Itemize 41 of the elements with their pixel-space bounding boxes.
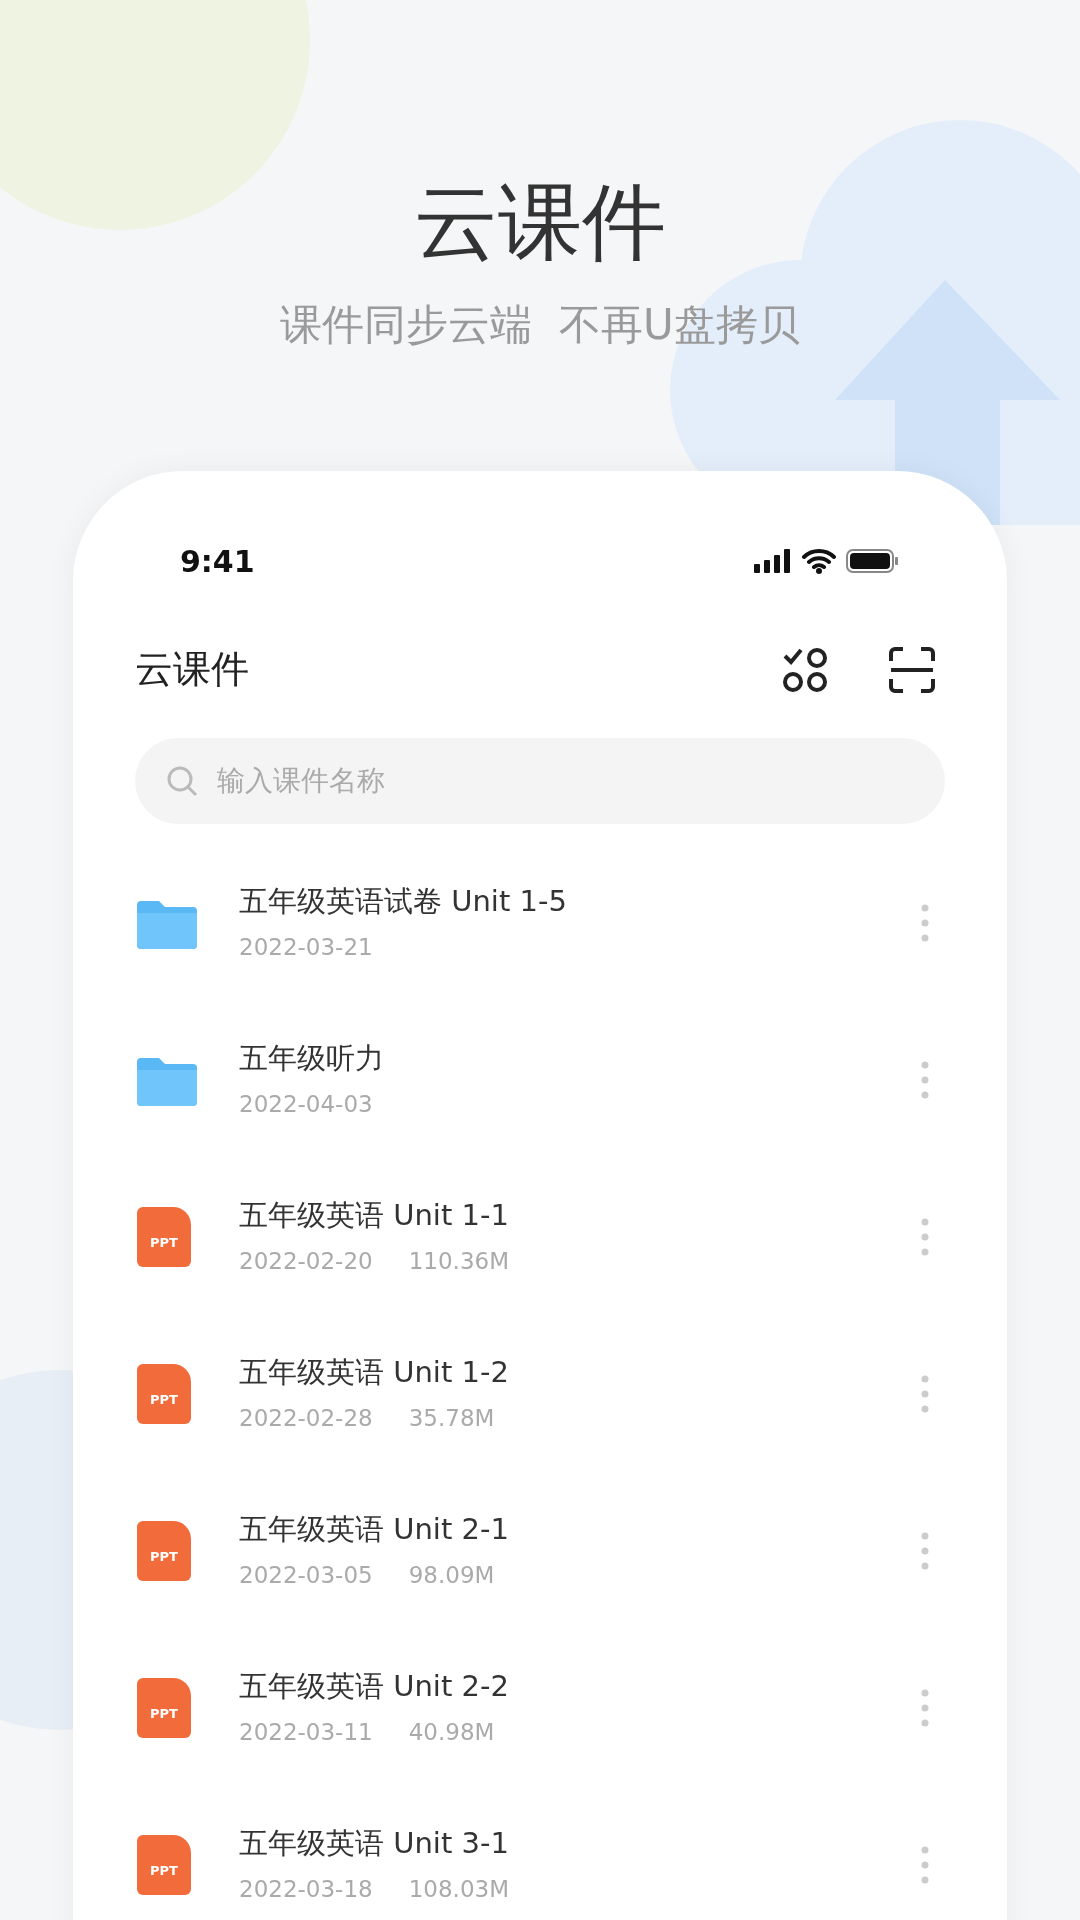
ppt-file-icon: PPT [137,1206,191,1267]
scan-icon[interactable] [889,646,935,693]
more-icon[interactable] [921,1374,929,1413]
more-icon[interactable] [921,1688,929,1727]
file-name[interactable]: 五年级听力 [239,1040,921,1077]
battery-icon [846,549,900,573]
file-date: 2022-02-28 [239,1404,373,1433]
file-name[interactable]: 五年级英语 Unit 2-2 [239,1668,921,1705]
file-size: 98.09M [408,1561,495,1590]
file-name[interactable]: 五年级英语 Unit 1-2 [239,1354,921,1391]
file-date: 2022-04-03 [239,1090,373,1119]
status-time: 9:41 [180,542,255,581]
file-name[interactable]: 五年级英语 Unit 3-1 [239,1825,921,1862]
page-title: 云课件 [135,646,249,693]
file-date: 2022-03-11 [239,1718,373,1747]
file-date: 2022-02-20 [239,1247,373,1276]
more-icon[interactable] [921,1845,929,1884]
file-date: 2022-03-18 [239,1875,373,1904]
hero-subtitle: 课件同步云端 不再U盘拷贝 [280,304,800,346]
more-icon[interactable] [921,903,929,942]
search-icon [165,764,199,798]
file-name[interactable]: 五年级英语试卷 Unit 1-5 [239,883,921,920]
select-icon[interactable] [781,645,829,694]
more-icon[interactable] [921,1060,929,1099]
ppt-file-icon: PPT [137,1363,191,1424]
file-name[interactable]: 五年级英语 Unit 2-1 [239,1511,921,1548]
ppt-file-icon: PPT [137,1677,191,1738]
file-date: 2022-03-05 [239,1561,373,1590]
more-icon[interactable] [921,1531,929,1570]
hero-title: 云课件 [414,180,666,264]
wifi-icon [802,548,836,574]
file-size: 40.98M [408,1718,495,1747]
ppt-file-icon: PPT [137,1834,191,1895]
file-name[interactable]: 五年级英语 Unit 1-1 [239,1197,921,1234]
file-size: 35.78M [408,1404,495,1433]
ppt-file-icon: PPT [137,1520,191,1581]
file-date: 2022-03-21 [239,933,373,962]
file-size: 110.36M [408,1247,509,1276]
signal-icon [754,549,792,573]
file-size: 108.03M [408,1875,509,1904]
more-icon[interactable] [921,1217,929,1256]
